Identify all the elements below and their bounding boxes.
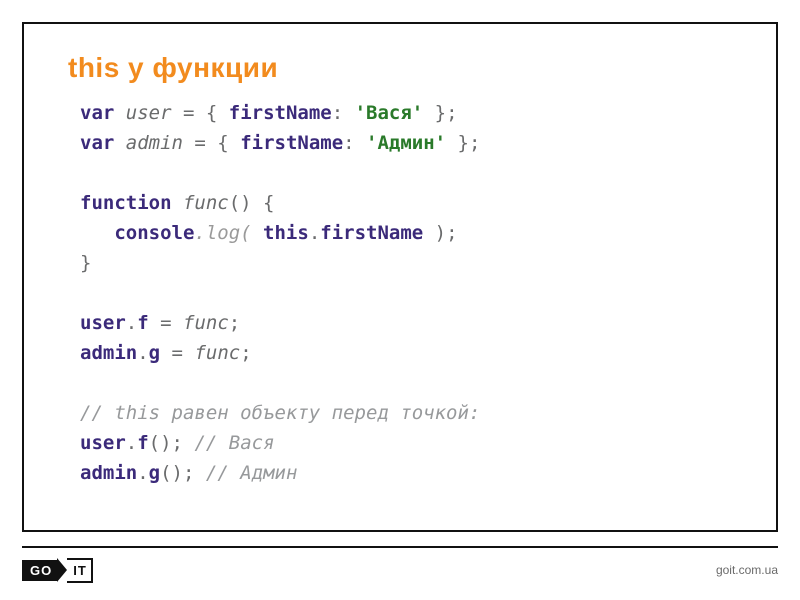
footer-link: goit.com.ua <box>716 563 778 577</box>
comment: // this равен объекту перед точкой: <box>80 402 480 424</box>
ident-func: func <box>194 342 240 364</box>
slide-title: this у функции <box>68 52 746 84</box>
prop-g: g <box>149 342 160 364</box>
logo: GO IT <box>22 558 93 582</box>
slide-content: this у функции var user = { firstName: '… <box>22 22 778 532</box>
code-block: var user = { firstName: 'Вася' }; var ad… <box>68 98 746 488</box>
ident-func: func <box>183 192 229 214</box>
comment: // Вася <box>183 432 275 454</box>
string: 'Вася' <box>355 102 424 124</box>
prop-firstname: firstName <box>229 102 332 124</box>
prop-g: g <box>149 462 160 484</box>
footer: GO IT goit.com.ua <box>22 546 778 582</box>
keyword-var: var <box>80 132 114 154</box>
ident-user: user <box>80 432 126 454</box>
ident-console: console <box>114 222 194 244</box>
comment: // Админ <box>194 462 297 484</box>
method-log: .log( <box>194 222 263 244</box>
keyword-function: function <box>80 192 172 214</box>
logo-go: GO <box>22 560 58 581</box>
ident-user: user <box>80 312 126 334</box>
ident-admin: admin <box>80 342 137 364</box>
keyword-this: this <box>263 222 309 244</box>
logo-it: IT <box>67 558 93 583</box>
prop-f: f <box>137 432 148 454</box>
chevron-right-icon <box>57 558 67 582</box>
ident-admin: admin <box>80 462 137 484</box>
ident-user: user <box>126 102 172 124</box>
prop-f: f <box>137 312 148 334</box>
string: 'Админ' <box>366 132 446 154</box>
ident-admin: admin <box>126 132 183 154</box>
keyword-var: var <box>80 102 114 124</box>
prop-firstname: firstName <box>240 132 343 154</box>
ident-func: func <box>183 312 229 334</box>
prop-firstname: firstName <box>320 222 423 244</box>
slide: this у функции var user = { firstName: '… <box>0 0 800 600</box>
